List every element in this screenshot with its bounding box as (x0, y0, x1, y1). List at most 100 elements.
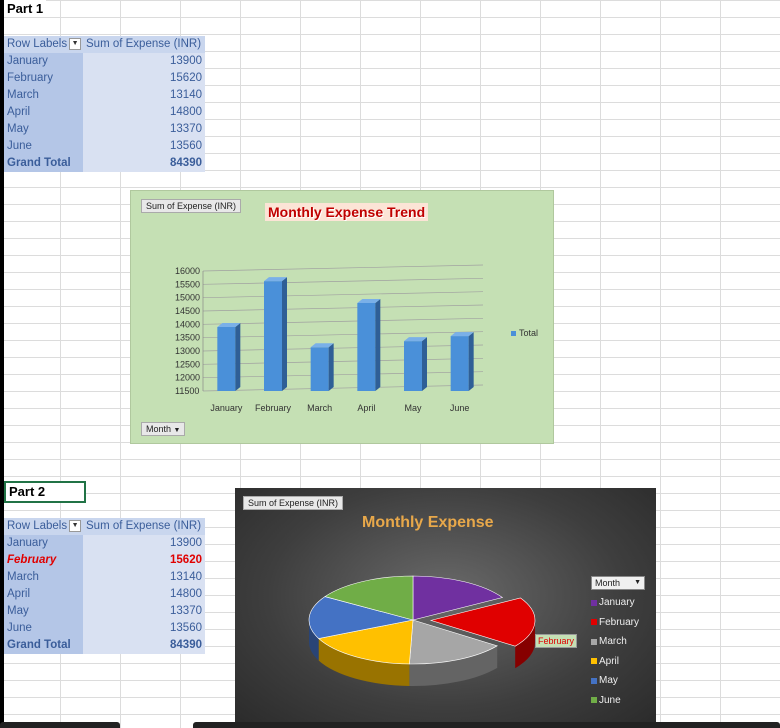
x-tick-label: June (450, 403, 470, 413)
y-tick-label: 12000 (175, 373, 200, 383)
legend-item[interactable]: April (591, 652, 639, 672)
pivot-row[interactable]: March 13140 (4, 569, 205, 586)
legend-label: April (599, 655, 620, 667)
bar-side (282, 277, 287, 391)
row-labels-header[interactable]: Row Labels ▼ (4, 36, 83, 53)
bar-chart-plot: 16000 15500 15000 14500 14000 13500 13000 12500… (175, 264, 484, 413)
row-label[interactable]: January (4, 53, 83, 70)
filter-dropdown-icon[interactable]: ▼ (69, 519, 82, 532)
row-label[interactable]: March (4, 87, 83, 104)
legend-item[interactable]: March (591, 632, 639, 652)
bar[interactable] (264, 281, 282, 391)
row-value[interactable]: 13560 (83, 620, 205, 637)
pivot-row[interactable]: January 13900 (4, 535, 205, 552)
x-tick-label: April (357, 403, 375, 413)
pivot-table-part2[interactable]: Row Labels ▼ Sum of Expense (INR) January… (4, 518, 205, 654)
grand-total-label[interactable]: Grand Total (4, 637, 83, 654)
sum-expense-header[interactable]: Sum of Expense (INR) (83, 518, 205, 535)
legend-item[interactable]: May (591, 671, 639, 691)
row-value[interactable]: 14800 (83, 586, 205, 603)
x-tick-label: February (255, 403, 292, 413)
legend-item[interactable]: January (591, 593, 639, 613)
pivot-row[interactable]: June 13560 (4, 138, 205, 155)
chart-legend[interactable]: Total (511, 328, 538, 338)
row-label[interactable]: April (4, 104, 83, 121)
grand-total-value[interactable]: 84390 (83, 637, 205, 654)
y-tick-label: 15000 (175, 293, 200, 303)
legend-swatch (591, 677, 597, 684)
pivot-header-row: Row Labels ▼ Sum of Expense (INR) (4, 518, 205, 535)
y-tick-label: 13500 (175, 333, 200, 343)
row-label[interactable]: April (4, 586, 83, 603)
axis-field-button[interactable]: Month ▼ (141, 422, 186, 436)
pivot-row[interactable]: April 14800 (4, 586, 205, 603)
row-label[interactable]: June (4, 620, 83, 637)
filter-dropdown-icon[interactable]: ▼ (69, 37, 82, 50)
row-label[interactable]: February (4, 552, 83, 569)
row-value[interactable]: 13140 (83, 87, 205, 104)
row-label[interactable]: May (4, 603, 83, 620)
row-value[interactable]: 14800 (83, 104, 205, 121)
bar[interactable] (357, 303, 376, 391)
row-value[interactable]: 13370 (83, 603, 205, 620)
part2-label-selected-cell[interactable]: Part 2 (4, 481, 86, 503)
pie-data-label[interactable]: February (535, 634, 578, 648)
bar-side (468, 332, 474, 391)
grand-total-value[interactable]: 84390 (83, 155, 205, 172)
y-tick-label: 16000 (175, 266, 200, 276)
pivot-row[interactable]: May 13370 (4, 121, 205, 138)
gridline (202, 384, 484, 392)
row-value[interactable]: 13140 (83, 569, 205, 586)
pivot-row[interactable]: January 13900 (4, 53, 205, 70)
legend-item[interactable]: February (591, 613, 639, 633)
row-value[interactable]: 13900 (83, 53, 205, 70)
pivot-row-highlighted[interactable]: February 15620 (4, 552, 205, 569)
part1-label[interactable]: Part 1 (4, 0, 47, 17)
row-value[interactable]: 13370 (83, 121, 205, 138)
legend-field-button[interactable]: Month ▼ (591, 576, 645, 590)
row-label[interactable]: June (4, 138, 83, 155)
gridline (202, 371, 484, 379)
y-tick-label: 14000 (175, 319, 200, 329)
row-label[interactable]: March (4, 569, 83, 586)
pivot-row[interactable]: May 13370 (4, 603, 205, 620)
legend-label: May (599, 675, 618, 687)
bar[interactable] (217, 327, 236, 391)
row-value[interactable]: 15620 (83, 70, 205, 87)
pivot-row[interactable]: June 13560 (4, 620, 205, 637)
gridline (202, 331, 484, 339)
row-value[interactable]: 13900 (83, 535, 205, 552)
row-value[interactable]: 13560 (83, 138, 205, 155)
pivot-row[interactable]: April 14800 (4, 104, 205, 121)
gridline (202, 277, 484, 285)
legend-item[interactable]: June (591, 691, 639, 711)
legend-label: Total (519, 328, 539, 338)
pie-chart[interactable]: Sum of Expense (INR) Monthly Expense Feb… (235, 488, 656, 728)
scrollbar-right[interactable] (193, 722, 780, 728)
scrollbar-left[interactable] (0, 722, 120, 728)
row-label[interactable]: January (4, 535, 83, 552)
gridline (202, 344, 484, 352)
grand-total-row[interactable]: Grand Total 84390 (4, 155, 205, 172)
row-label[interactable]: May (4, 121, 83, 138)
y-tick-label: 15500 (175, 279, 200, 289)
grand-total-label[interactable]: Grand Total (4, 155, 83, 172)
chart-legend[interactable]: January February March April May June (591, 593, 639, 710)
bar-side (422, 337, 427, 391)
row-labels-header[interactable]: Row Labels ▼ (4, 518, 83, 535)
bar[interactable] (404, 341, 422, 391)
grand-total-row[interactable]: Grand Total 84390 (4, 637, 205, 654)
row-value[interactable]: 15620 (83, 552, 205, 569)
sum-expense-header[interactable]: Sum of Expense (INR) (83, 36, 205, 53)
bar-chart[interactable]: Sum of Expense (INR) Monthly Expense Tre… (130, 190, 554, 444)
pivot-row[interactable]: March 13140 (4, 87, 205, 104)
gridline (202, 357, 484, 365)
pivot-row[interactable]: February 15620 (4, 70, 205, 87)
pivot-header-row: Row Labels ▼ Sum of Expense (INR) (4, 36, 205, 53)
y-tick-label: 12500 (175, 359, 200, 369)
pivot-table-part1[interactable]: Row Labels ▼ Sum of Expense (INR) January… (4, 36, 205, 172)
chevron-down-icon: ▼ (634, 579, 641, 586)
bar[interactable] (310, 347, 329, 391)
bar[interactable] (450, 336, 469, 391)
row-label[interactable]: February (4, 70, 83, 87)
